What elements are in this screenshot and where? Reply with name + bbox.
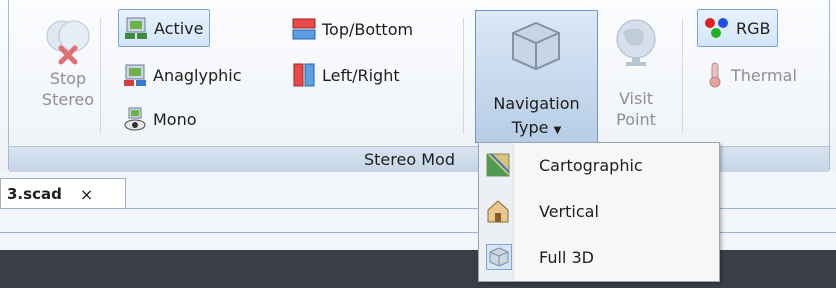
navigation-type-label-1: Navigation xyxy=(493,94,580,113)
close-icon[interactable]: × xyxy=(80,185,93,204)
menu-item-vertical[interactable]: Vertical xyxy=(479,189,719,233)
stereo-mode-group-label: Stereo Mod xyxy=(364,150,455,169)
menu-item-label: Full 3D xyxy=(539,247,594,267)
dropdown-arrow-icon: ▼ xyxy=(553,125,562,136)
active-mode-icon xyxy=(125,17,147,39)
mono-mode-icon xyxy=(124,107,146,131)
mono-mode-label: Mono xyxy=(153,109,197,129)
stop-stereo-label-2: Stereo xyxy=(41,90,95,109)
thermal-label: Thermal xyxy=(731,65,797,85)
rgb-button[interactable]: RGB xyxy=(697,9,778,47)
globe-icon xyxy=(616,19,656,66)
document-tab[interactable]: 3.scad × xyxy=(0,178,126,209)
anaglyphic-mode-button[interactable]: Anaglyphic xyxy=(123,60,242,90)
rgb-icon xyxy=(705,18,728,38)
top-bottom-icon xyxy=(292,18,316,40)
visit-point-label-2: Point xyxy=(616,110,656,129)
active-mode-label: Active xyxy=(154,18,204,38)
top-bottom-button[interactable]: Top/Bottom xyxy=(292,14,413,44)
thermometer-icon xyxy=(709,62,721,88)
menu-item-full-3d[interactable]: Full 3D xyxy=(479,235,719,279)
left-right-icon xyxy=(293,63,315,87)
separator xyxy=(682,18,683,134)
map-icon xyxy=(486,153,510,177)
anaglyphic-mode-icon xyxy=(124,64,146,86)
navigation-type-label-2-wrap: Type ▼ xyxy=(476,117,597,141)
stop-stereo-label-1: Stop xyxy=(49,69,87,88)
house-icon xyxy=(487,200,509,223)
navigation-type-button[interactable]: Navigation Type ▼ xyxy=(475,10,598,143)
document-tab-name: 3.scad xyxy=(7,185,62,203)
cube-icon xyxy=(512,21,560,71)
menu-item-cartographic[interactable]: Cartographic xyxy=(479,143,719,187)
active-mode-button[interactable]: Active xyxy=(118,9,210,47)
navigation-type-dropdown: Cartographic Vertical Full 3D xyxy=(478,142,720,282)
thermal-button[interactable]: Thermal xyxy=(705,60,797,90)
anaglyphic-mode-label: Anaglyphic xyxy=(153,65,242,85)
left-right-button[interactable]: Left/Right xyxy=(292,60,400,90)
separator xyxy=(463,18,464,134)
ribbon-left-border xyxy=(8,0,9,170)
visit-point-label-1: Visit xyxy=(618,89,654,108)
rgb-label: RGB xyxy=(736,18,771,38)
top-bottom-label: Top/Bottom xyxy=(322,19,414,39)
navigation-type-label-2: Type xyxy=(511,118,549,137)
ribbon-right-border xyxy=(829,0,830,170)
stop-stereo-button[interactable]: Stop Stereo xyxy=(28,10,108,110)
menu-item-label: Cartographic xyxy=(539,155,643,175)
left-right-label: Left/Right xyxy=(322,65,400,85)
visit-point-button[interactable]: Visit Point xyxy=(604,10,668,130)
separator xyxy=(100,18,101,134)
cube-icon xyxy=(486,244,512,270)
stop-stereo-icon xyxy=(46,20,90,65)
menu-item-label: Vertical xyxy=(539,201,599,221)
mono-mode-button[interactable]: Mono xyxy=(123,104,197,134)
